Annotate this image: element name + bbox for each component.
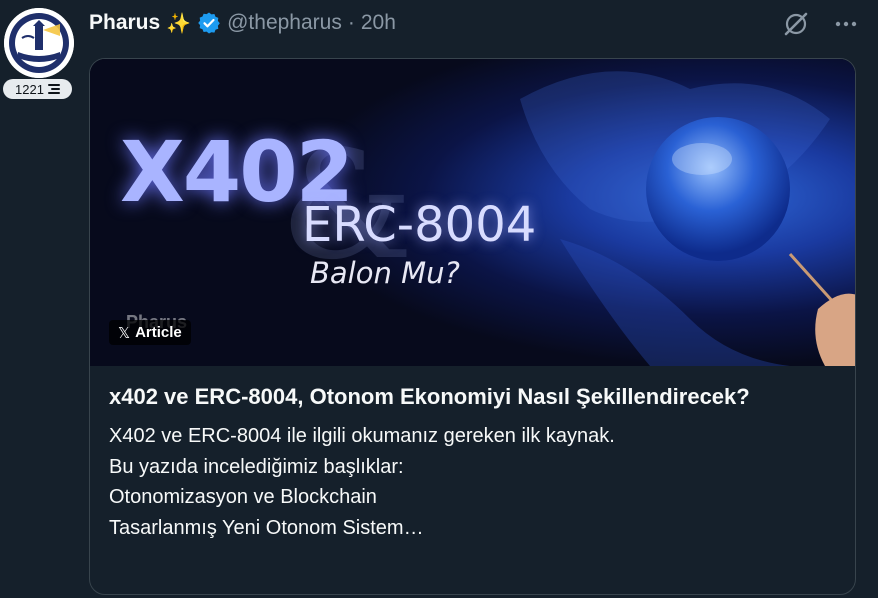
description-line: Otonomizasyon ve Blockchain (109, 486, 377, 508)
verified-badge-icon[interactable] (197, 11, 221, 35)
follower-badge[interactable]: 1221 (3, 79, 72, 99)
grok-icon[interactable] (782, 10, 810, 38)
description-line: Tasarlanmış Yeni Otonom Sistem… (109, 516, 424, 539)
avatar-logo-icon (4, 8, 74, 78)
article-type-label: 𝕏 Article (109, 320, 191, 345)
article-description: X402 ve ERC-8004 ile ilgili okumanız ger… (109, 421, 836, 543)
article-title[interactable]: x402 ve ERC-8004, Otonom Ekonomiyi Nasıl… (109, 382, 836, 411)
article-cover-image[interactable]: & X402 ERC-8004 Balon Mu? Pharus 𝕏 Artic… (90, 59, 855, 366)
separator: · (347, 11, 355, 34)
cover-tagline: Balon Mu? (310, 256, 460, 290)
description-line: X402 ve ERC-8004 ile ilgili okumanız ger… (109, 425, 615, 447)
author-handle[interactable]: @thepharus (227, 11, 342, 35)
timestamp[interactable]: 20h (361, 11, 396, 35)
article-body: x402 ve ERC-8004, Otonom Ekonomiyi Nasıl… (90, 366, 855, 543)
author-name[interactable]: Pharus (89, 11, 160, 35)
cover-subheadline: ERC-8004 (302, 197, 537, 253)
badge-count: 1221 (15, 81, 44, 97)
x-logo-icon: 𝕏 (118, 324, 131, 342)
tweet: 1221 Pharus ✨ @thepharus · 20h & X402 ER… (0, 0, 878, 598)
article-card[interactable]: & X402 ERC-8004 Balon Mu? Pharus 𝕏 Artic… (89, 58, 856, 595)
description-line: Bu yazıda incelediğimiz başlıklar: (109, 455, 404, 478)
tweet-header: Pharus ✨ @thepharus · 20h (89, 8, 396, 38)
more-icon[interactable] (832, 10, 860, 38)
tweet-actions (782, 10, 860, 38)
sliders-icon (47, 84, 60, 94)
article-type-text: Article (135, 324, 182, 341)
avatar[interactable] (4, 8, 74, 78)
author-emoji: ✨ (166, 12, 192, 35)
